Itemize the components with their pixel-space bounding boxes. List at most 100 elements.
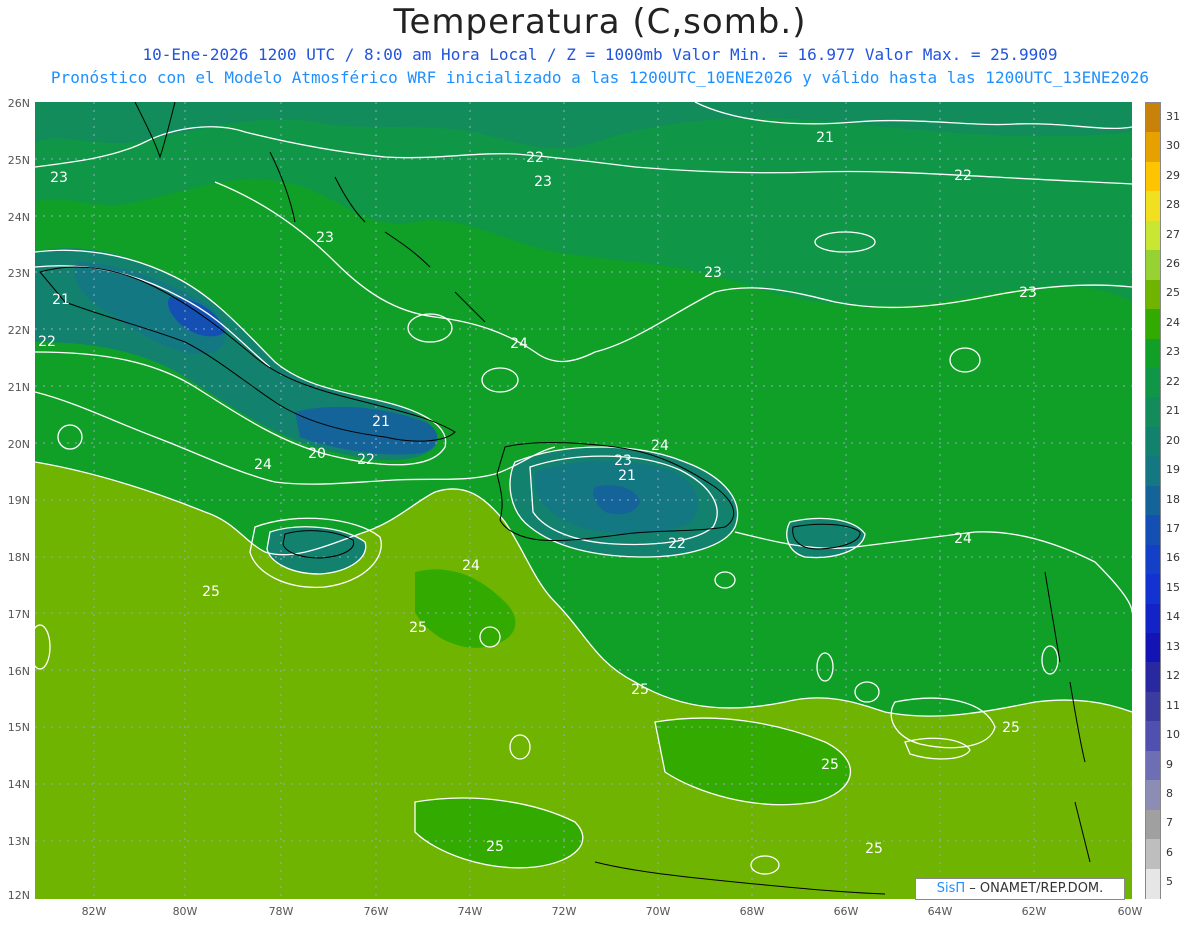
- contour-label: 21: [618, 468, 636, 484]
- legend-label: 29: [1166, 168, 1180, 182]
- legend-color-box: [1146, 544, 1160, 575]
- legend-label: 5: [1166, 875, 1173, 889]
- lat-label: 26N: [7, 97, 30, 110]
- legend-color-box: [1146, 515, 1160, 546]
- legend-color-box: [1146, 132, 1160, 163]
- color-scale-legend: [1145, 102, 1161, 899]
- legend-color-box: [1146, 426, 1160, 457]
- legend-label: 25: [1166, 286, 1180, 300]
- legend-label: 13: [1166, 639, 1180, 653]
- legend-label: 12: [1166, 669, 1180, 683]
- contour-label: 25: [486, 839, 504, 855]
- contour-label: 22: [668, 536, 686, 552]
- date-info-line: 10-Ene-2026 1200 UTC / 8:00 am Hora Loca…: [142, 45, 1058, 64]
- model-info-line: Pronóstico con el Modelo Atmosférico WRF…: [50, 68, 1150, 87]
- legend-label: 8: [1166, 786, 1173, 800]
- legend-label: 26: [1166, 256, 1180, 270]
- lon-label: 66W: [833, 905, 859, 918]
- contour-label: 23: [50, 170, 68, 186]
- legend-color-box: [1146, 397, 1160, 428]
- lon-label: 64W: [927, 905, 953, 918]
- contour-label: 24: [510, 336, 528, 352]
- lon-label: 74W: [457, 905, 483, 918]
- legend-label: 27: [1166, 227, 1180, 241]
- lon-label: 68W: [739, 905, 765, 918]
- contour-label: 22: [357, 452, 375, 468]
- contour-label: 23: [534, 174, 552, 190]
- legend-color-box: [1146, 868, 1160, 899]
- contour-label: 21: [52, 292, 70, 308]
- legend-label: 15: [1166, 580, 1180, 594]
- lon-label: 76W: [363, 905, 389, 918]
- lat-label: 16N: [7, 665, 30, 678]
- lat-label: 17N: [7, 608, 30, 621]
- map-title: Temperatura (C,somb.): [393, 2, 807, 42]
- contour-label: 21: [372, 414, 390, 430]
- contour-label: 24: [954, 531, 972, 547]
- legend-label: 7: [1166, 816, 1173, 830]
- legend-color-box: [1146, 456, 1160, 487]
- legend-label: 19: [1166, 463, 1180, 477]
- lat-label: 20N: [7, 438, 30, 451]
- lat-label: 22N: [7, 324, 30, 337]
- lat-label: 19N: [7, 494, 30, 507]
- legend-label: 16: [1166, 551, 1180, 565]
- contour-label: 25: [409, 620, 427, 636]
- lat-label: 23N: [7, 267, 30, 280]
- lat-label: 15N: [7, 721, 30, 734]
- legend-color-box: [1146, 750, 1160, 781]
- contour-label: 23: [704, 265, 722, 281]
- map-canvas: 21 22 22 23 23 23 23 23 24 21 22 21 20 2…: [35, 102, 1132, 899]
- legend-color-box: [1146, 338, 1160, 369]
- lat-label: 21N: [7, 381, 30, 394]
- contour-label: 25: [821, 757, 839, 773]
- legend-color-box: [1146, 662, 1160, 693]
- lon-label: 60W: [1117, 905, 1143, 918]
- legend-color-box: [1146, 721, 1160, 752]
- contour-label: 23: [316, 230, 334, 246]
- legend-color-box: [1146, 809, 1160, 840]
- lat-label: 18N: [7, 551, 30, 564]
- contour-label: 24: [651, 438, 669, 454]
- legend-color-box: [1146, 485, 1160, 516]
- credit-brand: SisΠ: [936, 881, 966, 896]
- contour-label: 21: [816, 130, 834, 146]
- legend-label: 14: [1166, 610, 1180, 624]
- legend-label: 20: [1166, 433, 1180, 447]
- lat-label: 14N: [7, 778, 30, 791]
- contour-label: 25: [202, 584, 220, 600]
- legend-color-box: [1146, 250, 1160, 281]
- credit-text: – ONAMET/REP.DOM.: [965, 881, 1104, 896]
- legend-color-box: [1146, 103, 1160, 133]
- contour-label: 24: [254, 457, 272, 473]
- legend-label: 9: [1166, 757, 1173, 771]
- contour-label: 20: [308, 446, 326, 462]
- legend-label: 30: [1166, 139, 1180, 153]
- lat-label: 24N: [7, 211, 30, 224]
- lon-label: 78W: [268, 905, 294, 918]
- contour-label: 25: [1002, 720, 1020, 736]
- contour-label: 22: [526, 150, 544, 166]
- legend-label: 22: [1166, 374, 1180, 388]
- legend-color-box: [1146, 574, 1160, 605]
- contour-label: 23: [614, 453, 632, 469]
- legend-label: 17: [1166, 521, 1180, 535]
- temperature-map: 21 22 22 23 23 23 23 23 24 21 22 21 20 2…: [35, 102, 1132, 899]
- legend-label: 24: [1166, 315, 1180, 329]
- legend-color-box: [1146, 691, 1160, 722]
- contour-label: 25: [631, 682, 649, 698]
- lon-label: 72W: [551, 905, 577, 918]
- legend-color-box: [1146, 220, 1160, 251]
- legend-label: 31: [1166, 109, 1180, 123]
- lon-label: 62W: [1021, 905, 1047, 918]
- legend-color-box: [1146, 780, 1160, 811]
- lat-label: 12N: [7, 889, 30, 902]
- legend-label: 10: [1166, 728, 1180, 742]
- contour-label: 22: [954, 168, 972, 184]
- lon-label: 70W: [645, 905, 671, 918]
- contour-label: 25: [865, 841, 883, 857]
- legend-color-box: [1146, 279, 1160, 310]
- legend-label: 23: [1166, 345, 1180, 359]
- contour-label: 22: [38, 334, 56, 350]
- credit-box: SisΠ – ONAMET/REP.DOM.: [915, 878, 1125, 900]
